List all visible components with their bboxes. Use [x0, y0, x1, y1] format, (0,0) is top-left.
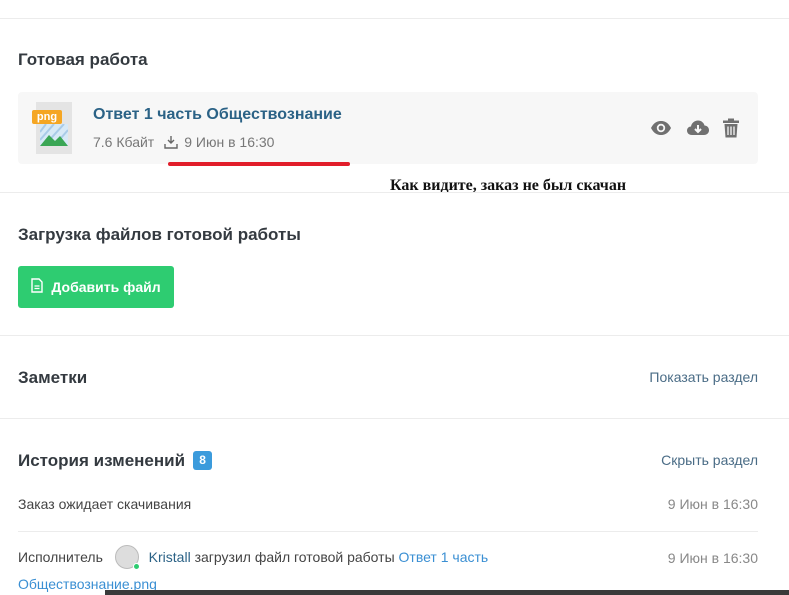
history-title-text: История изменений [18, 451, 186, 470]
file-meta: 7.6 Кбайт 9 Июн в 16:30 [93, 134, 274, 150]
png-file-icon: png [32, 102, 74, 154]
avatar[interactable] [114, 545, 140, 570]
file-name-link[interactable]: Ответ 1 часть Обществознание [93, 106, 342, 124]
history-entry-time: 9 Июн в 16:30 [667, 496, 758, 512]
bottom-bar [105, 590, 789, 595]
file-upload-time: 9 Июн в 16:30 [184, 134, 275, 150]
divider [0, 335, 789, 336]
divider [18, 531, 758, 532]
history-entry-time: 9 Июн в 16:30 [667, 550, 758, 566]
show-section-link[interactable]: Показать раздел [649, 369, 758, 385]
top-divider [0, 18, 789, 19]
ready-work-title: Готовая работа [18, 50, 148, 69]
upload-tray-icon [164, 135, 178, 149]
cloud-download-icon[interactable] [686, 118, 709, 138]
divider [0, 192, 789, 193]
file-type-badge: png [32, 110, 62, 124]
divider [0, 418, 789, 419]
history-action: загрузил файл готовой работы [194, 549, 395, 565]
notes-title: Заметки [18, 368, 88, 387]
user-link[interactable]: Kristall [149, 549, 191, 565]
eye-icon[interactable] [650, 118, 672, 138]
file-size: 7.6 Кбайт [93, 134, 155, 150]
online-status-dot [132, 563, 140, 570]
trash-icon[interactable] [722, 118, 744, 138]
add-file-button[interactable]: Добавить файл [18, 266, 174, 308]
file-actions [650, 118, 744, 138]
history-entry-upload: Исполнитель Kristall загрузил файл готов… [18, 545, 538, 576]
history-prefix: Исполнитель [18, 549, 103, 565]
red-underline-mark [168, 162, 350, 166]
history-entry-text: Заказ ожидает скачивания [18, 496, 192, 512]
add-file-label: Добавить файл [51, 279, 161, 295]
document-icon [31, 278, 44, 296]
history-title: История изменений 8 [18, 451, 213, 471]
history-file-link-part1[interactable]: Ответ 1 часть [399, 549, 489, 565]
hide-section-link[interactable]: Скрыть раздел [661, 452, 758, 468]
history-count-badge: 8 [193, 451, 213, 470]
file-card: png Ответ 1 часть Обществознание 7.6 Кба… [18, 92, 758, 164]
upload-title: Загрузка файлов готовой работы [18, 225, 301, 244]
